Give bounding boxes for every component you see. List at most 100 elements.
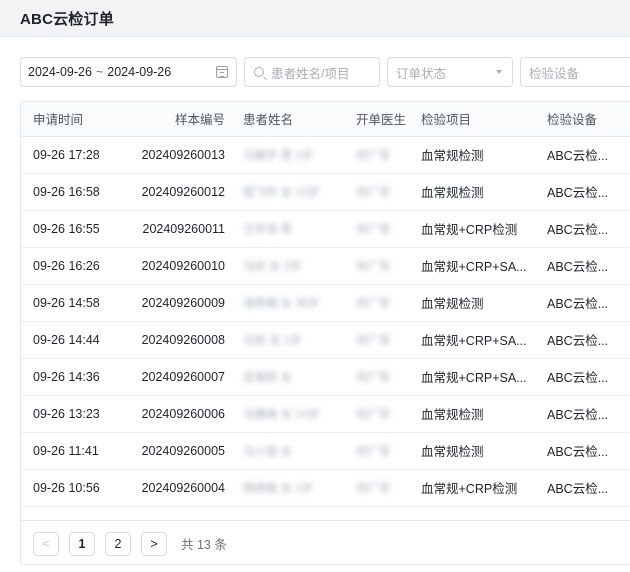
page-2-button[interactable]: 2 xyxy=(105,531,131,556)
table-row[interactable]: 09-26 14:44 202409260008 马妍 女 1岁 何广军 血常规+CRP… xyxy=(21,321,630,359)
cell-patient-name: 马欣 女 2岁 xyxy=(231,247,344,285)
cell-doctor: 何广军 xyxy=(344,395,409,433)
cell-test-item: 血常规+CRP检测 xyxy=(409,469,535,507)
cell-sample-no: 202409260011 xyxy=(116,210,231,248)
cell-test-item: 血常规检测 xyxy=(409,284,535,322)
cell-doctor: 何广军 xyxy=(344,173,409,211)
cell-device: ABC云检... xyxy=(535,321,630,359)
search-placeholder: 患者姓名/项目 xyxy=(271,66,350,81)
cell-test-item: 血常规+CRP+SA... xyxy=(409,247,535,285)
page-title: ABC云检订单 xyxy=(20,10,114,28)
orders-table: 申请时间 样本编号 患者姓名 开单医生 检验项目 检验设备 09-26 17:2… xyxy=(21,102,630,507)
cell-device: ABC云检... xyxy=(535,173,630,211)
page-1-button[interactable]: 1 xyxy=(69,531,95,556)
search-icon xyxy=(254,67,264,77)
cell-patient-name: 程飞玲 女 23岁 xyxy=(231,173,344,211)
cell-doctor: 何广军 xyxy=(344,321,409,359)
cell-device: ABC云检... xyxy=(535,395,630,433)
cell-apply-time: 09-26 14:36 xyxy=(21,358,116,396)
device-select[interactable]: 检验设备 xyxy=(520,57,630,87)
cell-doctor: 何广军 xyxy=(344,247,409,285)
table-row[interactable]: 09-26 16:26 202409260010 马欣 女 2岁 何广军 血常规+CRP… xyxy=(21,247,630,285)
header-device: 检验设备 xyxy=(535,102,630,137)
cell-apply-time: 09-26 14:58 xyxy=(21,284,116,322)
cell-test-item: 血常规+CRP检测 xyxy=(409,210,535,248)
table-row[interactable]: 09-26 14:36 202409260007 吴锦妍 女何广军 血常规+CRP+S… xyxy=(21,358,630,396)
cell-test-item: 血常规+CRP+SA... xyxy=(409,358,535,396)
device-placeholder: 检验设备 xyxy=(529,66,580,81)
cell-patient-name: 马妍 女 1岁 xyxy=(231,321,344,359)
cell-apply-time: 09-26 16:26 xyxy=(21,247,116,285)
orders-table-container: 申请时间 样本编号 患者姓名 开单医生 检验项目 检验设备 09-26 17:2… xyxy=(20,101,630,565)
table-body: 09-26 17:28 202409260013 马娟宇 男 1岁 何广军 血常规检测 A… xyxy=(21,136,630,507)
cell-patient-name: 吴锦妍 女 xyxy=(231,358,344,396)
cell-sample-no: 202409260012 xyxy=(116,173,231,211)
cell-apply-time: 09-26 14:44 xyxy=(21,321,116,359)
header-test-item: 检验项目 xyxy=(409,102,535,137)
cell-doctor: 何广军 xyxy=(344,136,409,174)
cell-apply-time: 09-26 16:58 xyxy=(21,173,116,211)
date-separator: ~ xyxy=(95,65,104,79)
cell-doctor: 何广军 xyxy=(344,210,409,248)
search-input[interactable]: 患者姓名/项目 xyxy=(244,57,380,87)
table-row[interactable]: 09-26 11:41 202409260005 马少挂 女何广军 血常规检测 ABC云… xyxy=(21,432,630,470)
table-row[interactable]: 09-26 13:23 202409260006 马雅梅 女 14岁 何广军 血常规检测… xyxy=(21,395,630,433)
next-page-button[interactable]: > xyxy=(141,531,167,556)
cell-doctor: 何广军 xyxy=(344,432,409,470)
status-placeholder: 订单状态 xyxy=(396,66,447,81)
cell-device: ABC云检... xyxy=(535,432,630,470)
date-start: 2024-09-26 xyxy=(28,65,92,79)
cell-sample-no: 202409260007 xyxy=(116,358,231,396)
cell-apply-time: 09-26 13:23 xyxy=(21,395,116,433)
cell-test-item: 血常规检测 xyxy=(409,173,535,211)
table-row[interactable]: 09-26 17:28 202409260013 马娟宇 男 1岁 何广军 血常规检测 A… xyxy=(21,136,630,174)
cell-device: ABC云检... xyxy=(535,210,630,248)
header-apply-time: 申请时间 xyxy=(21,102,116,137)
date-range-picker[interactable]: 2024-09-26 ~ 2024-09-26 xyxy=(20,57,237,87)
cell-apply-time: 09-26 10:56 xyxy=(21,469,116,507)
date-end: 2024-09-26 xyxy=(107,65,172,79)
cell-patient-name: 杨婷姝 女 1岁 xyxy=(231,469,344,507)
cell-sample-no: 202409260010 xyxy=(116,247,231,285)
total-count: 共 13 条 xyxy=(181,538,227,552)
cell-device: ABC云检... xyxy=(535,247,630,285)
pagination: < 1 2 > 共 13 条 xyxy=(21,520,630,564)
table-row[interactable]: 09-26 14:58 202409260009 海秀梅 女 38岁 何广军 血常规检测… xyxy=(21,284,630,322)
cell-doctor: 何广军 xyxy=(344,284,409,322)
cell-device: ABC云检... xyxy=(535,284,630,322)
cell-apply-time: 09-26 11:41 xyxy=(21,432,116,470)
cell-doctor: 何广军 xyxy=(344,469,409,507)
cell-sample-no: 202409260008 xyxy=(116,321,231,359)
table-row[interactable]: 09-26 16:55 202409260011 汪宇浩 男何广军 血常规+CRP检测… xyxy=(21,210,630,248)
prev-page-button[interactable]: < xyxy=(33,531,59,556)
order-status-select[interactable]: 订单状态 xyxy=(387,57,513,87)
cell-sample-no: 202409260004 xyxy=(116,469,231,507)
cell-sample-no: 202409260009 xyxy=(116,284,231,322)
cell-patient-name: 汪宇浩 男 xyxy=(231,210,344,248)
cell-sample-no: 202409260006 xyxy=(116,395,231,433)
cell-device: ABC云检... xyxy=(535,358,630,396)
cell-apply-time: 09-26 17:28 xyxy=(21,136,116,174)
chevron-down-icon xyxy=(496,70,502,74)
title-bar: ABC云检订单 xyxy=(0,0,630,37)
cell-patient-name: 海秀梅 女 38岁 xyxy=(231,284,344,322)
cell-patient-name: 马少挂 女 xyxy=(231,432,344,470)
cell-sample-no: 202409260005 xyxy=(116,432,231,470)
table-row[interactable]: 09-26 16:58 202409260012 程飞玲 女 23岁 何广军 血常规检测… xyxy=(21,173,630,211)
table-header-row: 申请时间 样本编号 患者姓名 开单医生 检验项目 检验设备 xyxy=(21,102,630,137)
cell-patient-name: 马雅梅 女 14岁 xyxy=(231,395,344,433)
cell-device: ABC云检... xyxy=(535,469,630,507)
header-sample-no: 样本编号 xyxy=(116,102,231,137)
table-row[interactable]: 09-26 10:56 202409260004 杨婷姝 女 1岁 何广军 血常规+CR… xyxy=(21,469,630,507)
cell-doctor: 何广军 xyxy=(344,358,409,396)
cell-device: ABC云检... xyxy=(535,136,630,174)
cell-test-item: 血常规检测 xyxy=(409,136,535,174)
cell-patient-name: 马娟宇 男 1岁 xyxy=(231,136,344,174)
cell-sample-no: 202409260013 xyxy=(116,136,231,174)
filter-bar: 2024-09-26 ~ 2024-09-26 患者姓名/项目 订单状态 检验设… xyxy=(20,57,630,87)
cell-test-item: 血常规检测 xyxy=(409,395,535,433)
header-patient-name: 患者姓名 xyxy=(231,102,344,137)
cell-test-item: 血常规+CRP+SA... xyxy=(409,321,535,359)
calendar-icon[interactable] xyxy=(216,66,228,78)
cell-apply-time: 09-26 16:55 xyxy=(21,210,116,248)
